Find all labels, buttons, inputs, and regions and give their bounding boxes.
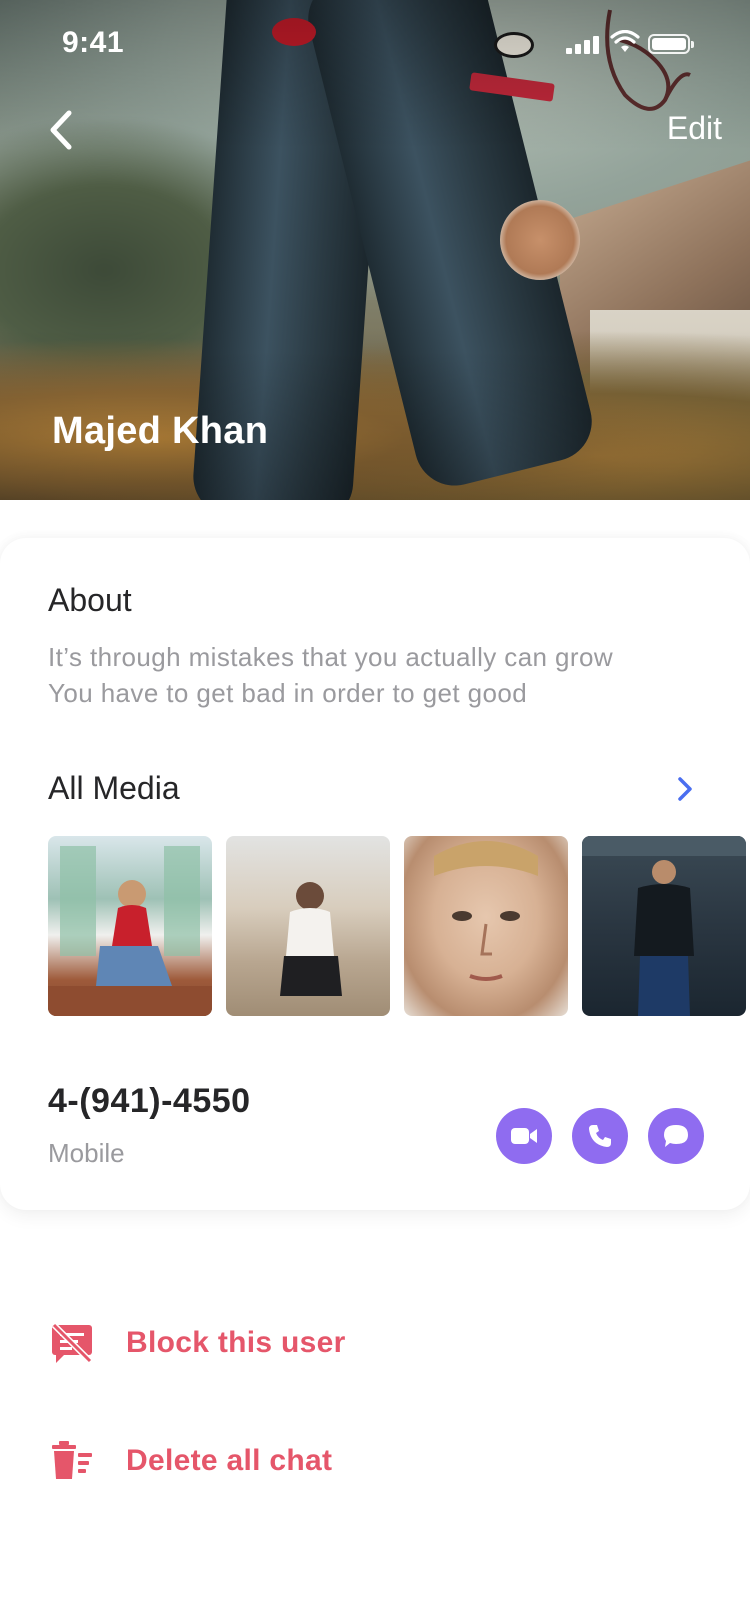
media-image [280,882,342,996]
signal-icon [566,34,602,54]
status-time: 9:41 [62,26,125,59]
back-button[interactable] [36,104,84,156]
phone-number: 4-(941)-4550 [48,1082,251,1120]
profile-info-card: About It’s through mistakes that you act… [0,538,750,1210]
delete-all-chat-label: Delete all chat [126,1444,333,1477]
delete-all-chat-button[interactable]: Delete all chat [48,1436,468,1486]
wifi-icon [610,30,640,52]
video-camera-icon [511,1128,537,1144]
media-image [582,836,746,1016]
profile-name: Majed Khan [52,410,269,452]
about-text-line: You have to get bad in order to get good [48,678,528,708]
chevron-left-icon [50,110,72,150]
media-thumbnail[interactable] [226,836,390,1016]
all-media-arrow[interactable] [670,772,700,806]
phone-type: Mobile [48,1138,125,1168]
block-user-button[interactable]: Block this user [48,1318,468,1368]
media-image [434,841,538,981]
all-media-title: All Media [48,770,180,806]
media-thumbnail[interactable] [582,836,746,1016]
block-message-icon [48,1319,96,1367]
chat-bubble-icon [664,1125,688,1147]
status-bar: 9:41 [0,0,750,88]
about-title: About [48,582,132,618]
voice-call-button[interactable] [572,1108,628,1164]
trash-icon [48,1437,96,1485]
message-button[interactable] [648,1108,704,1164]
media-thumbnail[interactable] [48,836,212,1016]
edit-button[interactable]: Edit [667,110,722,147]
chevron-right-icon [678,777,692,801]
video-call-button[interactable] [496,1108,552,1164]
battery-icon [648,34,694,54]
media-image [48,846,212,1016]
block-user-label: Block this user [126,1326,346,1359]
media-thumbnail[interactable] [404,836,568,1016]
phone-icon [589,1125,611,1147]
media-strip [48,836,750,1018]
about-text-line: It’s through mistakes that you actually … [48,642,613,672]
